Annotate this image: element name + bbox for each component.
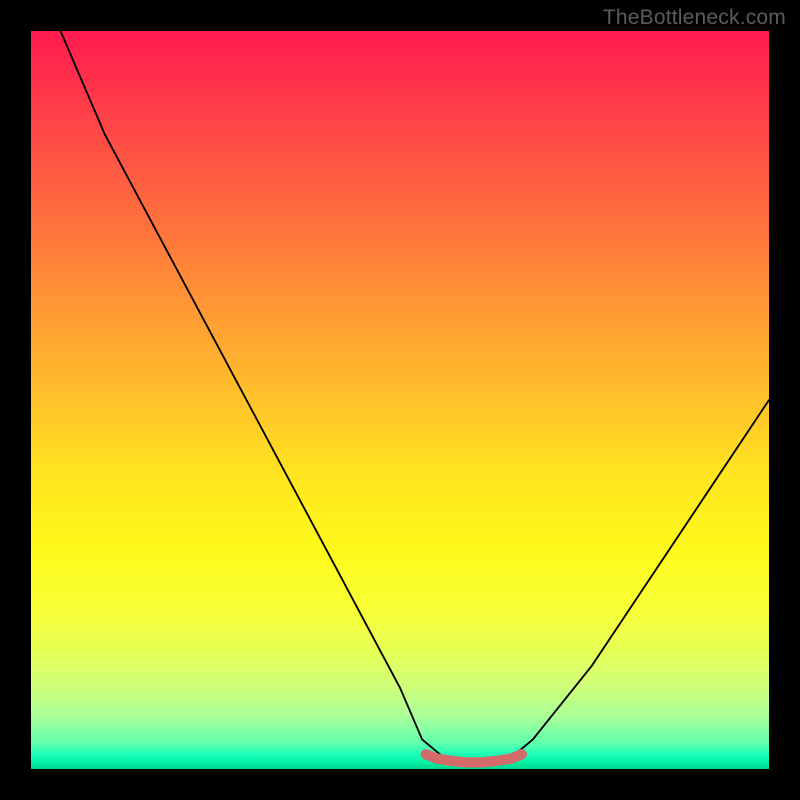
chart-plot-area xyxy=(31,31,769,769)
bottleneck-curve xyxy=(61,31,769,764)
watermark-text: TheBottleneck.com xyxy=(603,6,786,30)
tolerance-band xyxy=(426,754,522,762)
chart-svg xyxy=(31,31,769,769)
